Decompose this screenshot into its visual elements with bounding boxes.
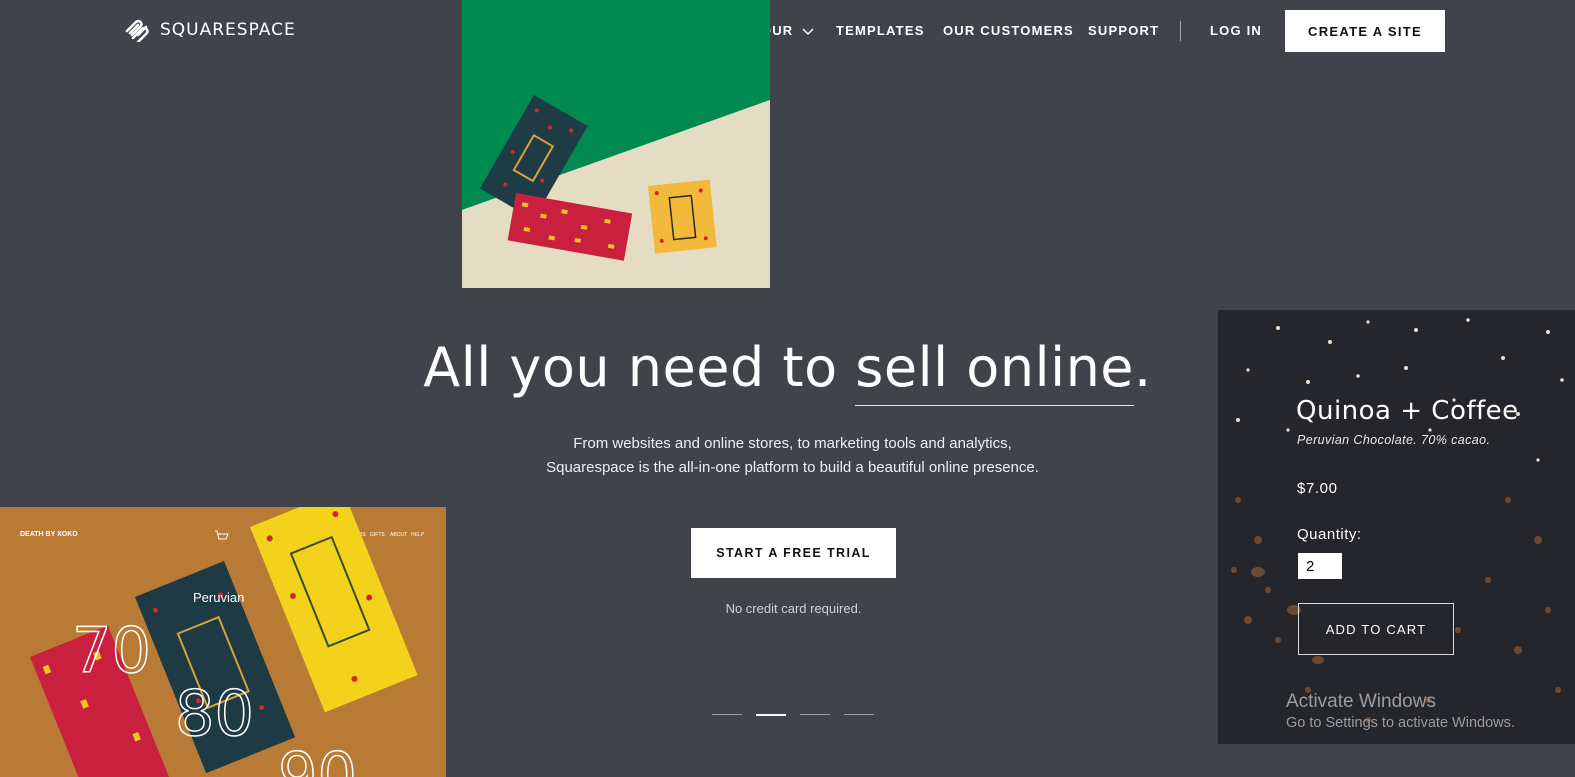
nav-support[interactable]: SUPPORT [1088,23,1159,38]
quantity-input[interactable] [1298,553,1342,579]
carousel-dot-active[interactable] [756,714,786,716]
nav-divider [1180,21,1181,41]
carousel-indicators [712,714,874,716]
hero-photo-chocolate-bars [462,0,770,288]
chevron-down-icon [802,28,814,35]
preview-nav-help: HELP [411,532,425,538]
quantity-label: Quantity: [1297,526,1362,543]
hero-title-suffix: . [1134,336,1152,399]
activate-windows-title: Activate Windows [1286,691,1436,712]
carousel-dot[interactable] [844,714,874,715]
preview-peruvian-label: Peruvian [193,590,244,605]
product-subtitle: Peruvian Chocolate. 70% cacao. [1297,433,1491,447]
carousel-dot[interactable] [712,714,742,715]
windows-activation-watermark: Activate Windows Go to Settings to activ… [1286,691,1515,731]
preview-nav-about: ABOUT [390,532,407,538]
chocolate-photo-illustration [462,0,770,288]
create-a-site-button[interactable]: CREATE A SITE [1285,10,1445,52]
preview-nav-gifts: GIFTS [370,532,385,538]
preview-number-80: 80 [175,677,254,750]
nav-our-customers[interactable]: OUR CUSTOMERS [943,23,1074,38]
hero-title-highlight: sell online [855,336,1135,406]
xoko-preview-illustration: DEATH BY XOKO BARS GIFTS ABOUT HELP Peru… [0,507,446,777]
product-card-quinoa-coffee: Quinoa + Coffee Peruvian Chocolate. 70% … [1218,310,1575,744]
carousel-dot[interactable] [800,714,830,715]
preview-brand: DEATH BY XOKO [20,531,78,538]
site-preview-death-by-xoko: DEATH BY XOKO BARS GIFTS ABOUT HELP Peru… [0,507,446,777]
quinoa-coffee-texture [1218,310,1575,744]
nav-templates[interactable]: TEMPLATES [836,23,925,38]
nav-log-in[interactable]: LOG IN [1210,23,1262,38]
activate-windows-hint: Go to Settings to activate Windows. [1286,715,1515,731]
product-title: Quinoa + Coffee [1296,396,1519,426]
product-price: $7.00 [1297,480,1338,497]
hero-title-prefix: All you need to [423,336,856,399]
preview-number-70: 70 [72,614,151,687]
top-nav: TOUR TEMPLATES OUR CUSTOMERS SUPPORT LOG… [0,0,1575,62]
start-free-trial-button[interactable]: START A FREE TRIAL [691,528,896,578]
preview-number-90: 90 [278,739,357,777]
add-to-cart-button[interactable]: ADD TO CART [1298,603,1454,655]
